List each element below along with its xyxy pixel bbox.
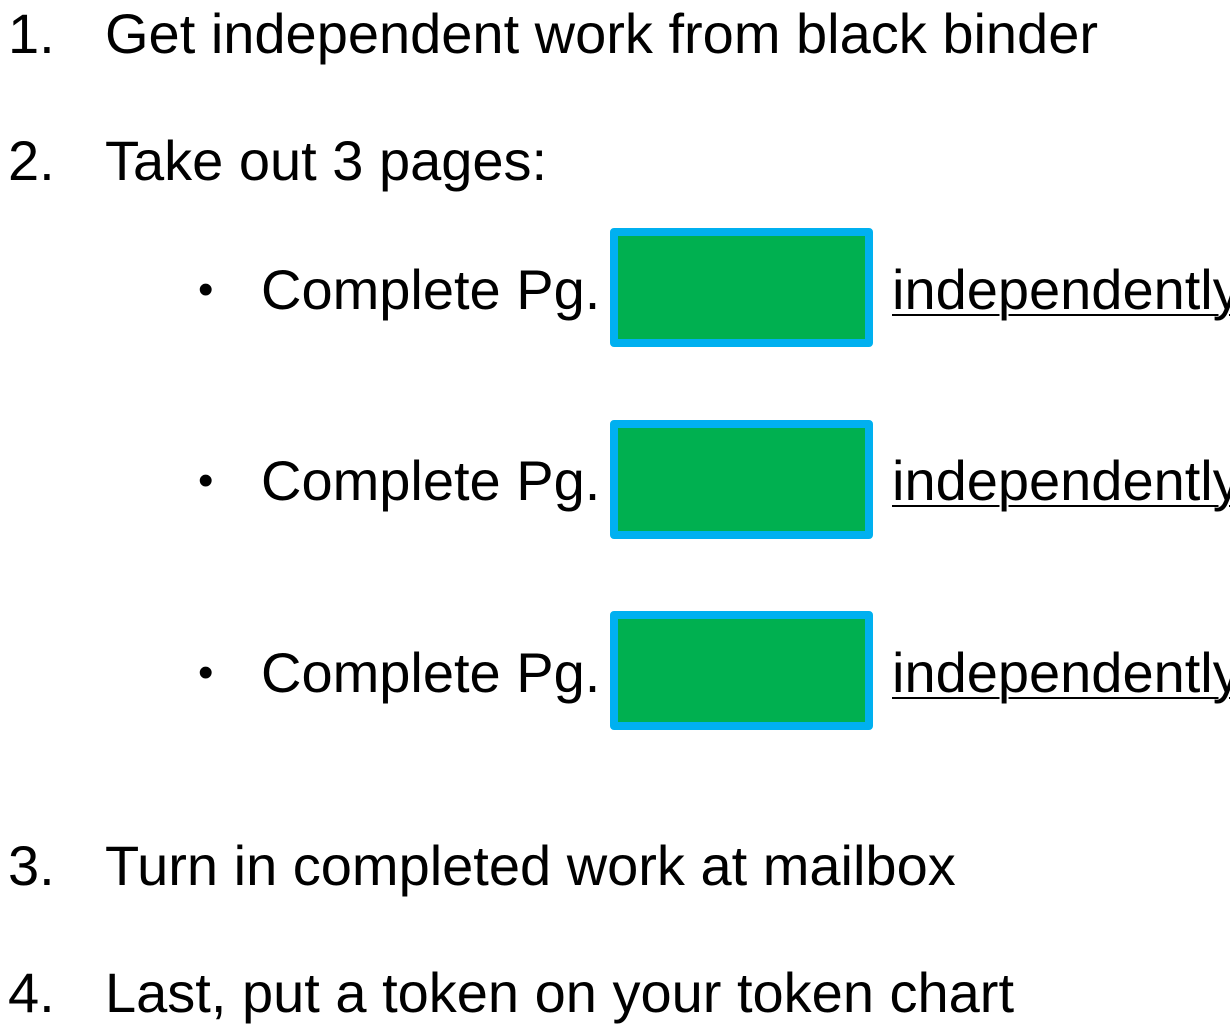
page-number-box[interactable] xyxy=(610,420,873,539)
subitem-label: Complete Pg. xyxy=(261,449,601,512)
step-text: Turn in completed work at mailbox xyxy=(105,834,956,897)
independently-text: independently xyxy=(892,258,1230,321)
page-number-box[interactable] xyxy=(610,228,873,347)
step-number: 1. xyxy=(8,2,55,65)
independently-text: independently xyxy=(892,641,1230,704)
step-number: 4. xyxy=(8,961,55,1024)
bullet: • xyxy=(198,265,214,314)
page-number-box[interactable] xyxy=(610,611,873,730)
subitem-label: Complete Pg. xyxy=(261,641,601,704)
bullet: • xyxy=(198,456,214,505)
bullet: • xyxy=(198,648,214,697)
step-text: Get independent work from black binder xyxy=(105,2,1098,65)
subitem-label: Complete Pg. xyxy=(261,258,601,321)
independently-text: independently xyxy=(892,449,1230,512)
step-number: 3. xyxy=(8,834,55,897)
step-number: 2. xyxy=(8,129,55,192)
step-text: Last, put a token on your token chart xyxy=(105,961,1015,1024)
step-text: Take out 3 pages: xyxy=(105,129,548,192)
